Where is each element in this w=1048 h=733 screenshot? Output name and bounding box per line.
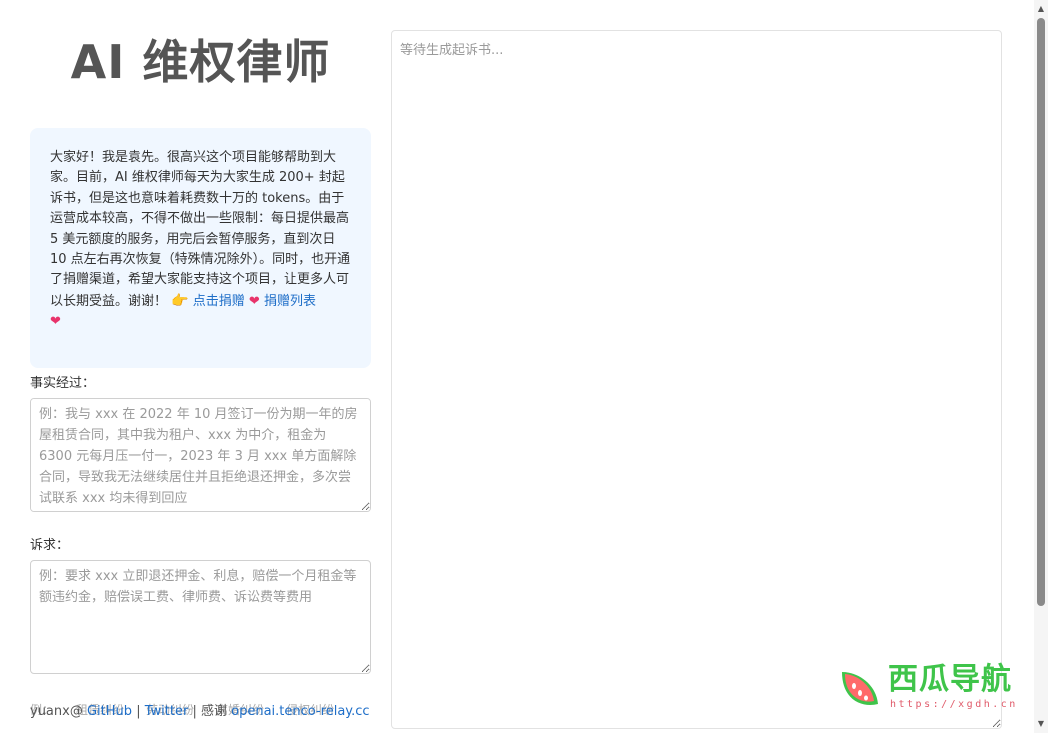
scroll-down-icon[interactable]: ▼ [1034, 717, 1048, 731]
donors-list-link[interactable]: 捐赠列表 [264, 294, 316, 309]
footer-author: yuanx@ [30, 704, 83, 719]
github-link[interactable]: GitHub [87, 704, 132, 719]
watermark-url: https://xgdh.cn [890, 699, 1018, 710]
page-scrollbar[interactable]: ▲ ▼ [1034, 0, 1048, 733]
footer-thanks: 感谢 [200, 704, 227, 719]
page-title: AI 维权律师 [70, 35, 331, 89]
notice-text: 大家好！我是袁先。很高兴这个项目能够帮助到大家。目前，AI 维权律师每天为大家生… [50, 150, 351, 309]
scrollbar-thumb[interactable] [1037, 18, 1045, 606]
donate-link[interactable]: 点击捐赠 [193, 294, 245, 309]
relay-link[interactable]: openai.tenco-relay.cc [231, 704, 369, 719]
heart-icon: ❤ [50, 314, 61, 330]
watermelon-logo-icon [842, 672, 878, 705]
facts-input[interactable] [30, 398, 371, 512]
watermark-name: 西瓜导航 [888, 662, 1012, 697]
complaint-output[interactable] [391, 30, 1002, 729]
claims-label: 诉求： [30, 538, 70, 553]
left-panel: AI 维权律师 大家好！我是袁先。很高兴这个项目能够帮助到大家。目前，AI 维权… [30, 0, 371, 733]
footer-separator: | [192, 704, 197, 719]
heart-icon: ❤ [248, 293, 260, 309]
footer: yuanx@ GitHub | Twitter | 感谢 openai.tenc… [30, 702, 370, 722]
claims-input[interactable] [30, 560, 371, 674]
scroll-up-icon[interactable]: ▲ [1034, 2, 1048, 16]
donation-notice: 大家好！我是袁先。很高兴这个项目能够帮助到大家。目前，AI 维权律师每天为大家生… [30, 128, 371, 368]
footer-separator: | [136, 704, 141, 719]
facts-label: 事实经过： [30, 376, 96, 391]
pointing-hand-icon: 👉 [171, 292, 189, 309]
twitter-link[interactable]: Twitter [145, 704, 189, 719]
watermark: 西瓜导航 https://xgdh.cn [836, 662, 1032, 714]
